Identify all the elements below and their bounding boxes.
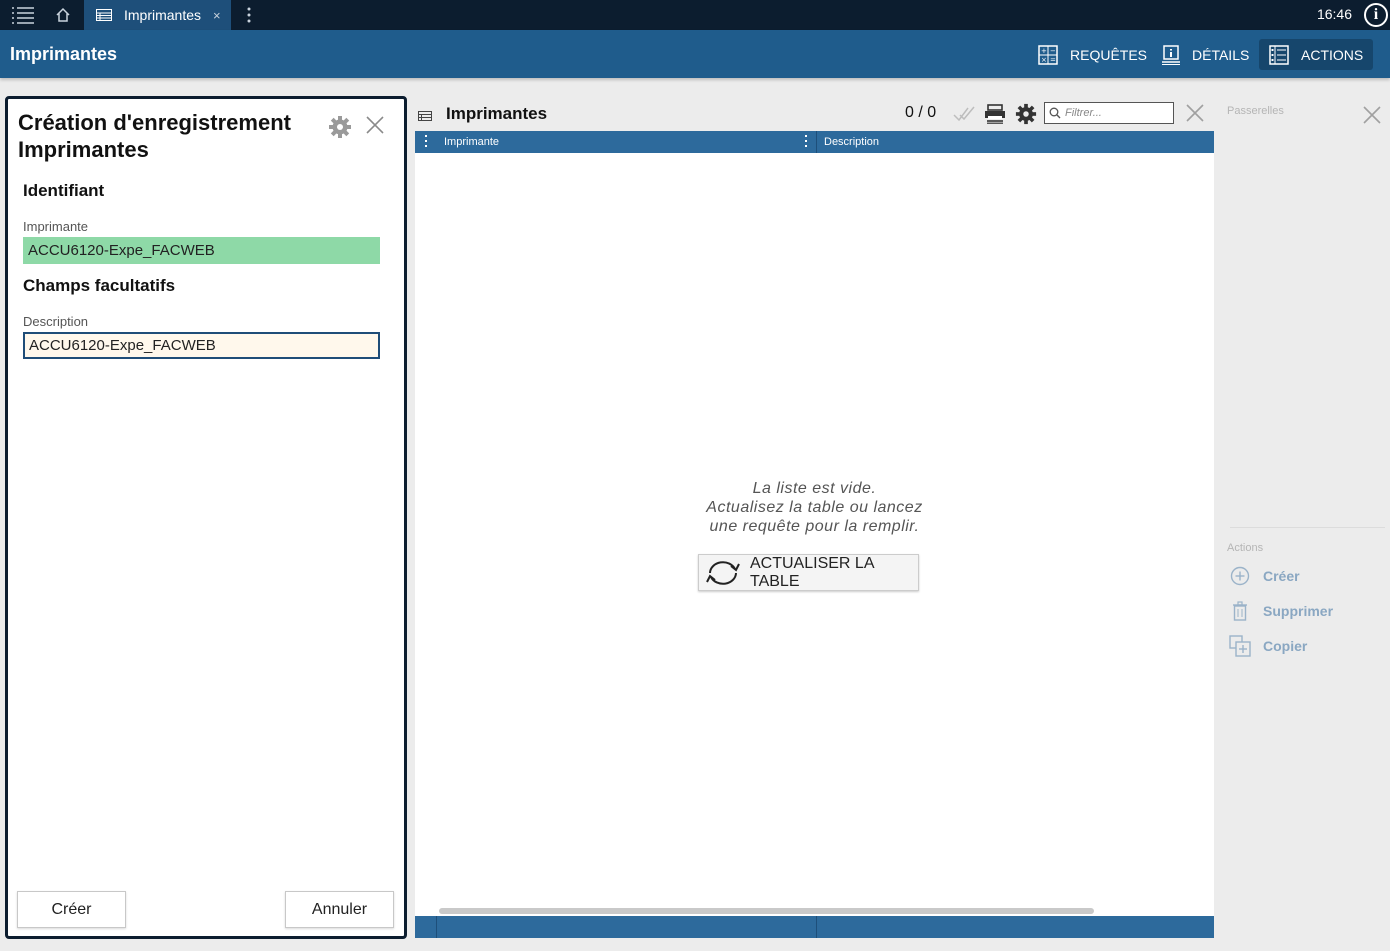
action-delete[interactable]: Supprimer <box>1229 601 1333 621</box>
action-create-label: Créer <box>1263 568 1300 584</box>
close-icon[interactable] <box>366 116 384 139</box>
empty-line-1: La liste est vide. <box>752 480 877 497</box>
requetes-label: REQUÊTES <box>1070 46 1148 63</box>
copy-icon <box>1229 635 1251 657</box>
svg-text:−: − <box>1050 47 1056 55</box>
close-icon[interactable] <box>1186 104 1204 127</box>
filter-input[interactable]: Filtrer... <box>1044 102 1174 124</box>
gear-icon[interactable] <box>328 115 352 144</box>
info-icon: i <box>1364 3 1388 27</box>
column-menu-icon[interactable] <box>425 135 428 150</box>
column-imprimante[interactable]: Imprimante <box>444 131 499 153</box>
details-label: DÉTAILS <box>1192 46 1250 63</box>
title-bar: Imprimantes + − × = REQUÊTES DÉTAILS ACTION… <box>0 30 1390 78</box>
section-optional: Champs facultatifs <box>23 276 176 295</box>
footer-divider <box>816 916 817 938</box>
create-button[interactable]: Créer <box>17 891 126 928</box>
description-field[interactable]: ACCU6120-Expe_FACWEB <box>23 332 380 359</box>
details-icon <box>1162 44 1180 65</box>
page-title: Imprimantes <box>10 44 118 64</box>
record-creation-panel: Création d'enregistrement Imprimantes Id… <box>5 96 407 939</box>
list-footer <box>415 916 1214 938</box>
actions-side-panel: Passerelles Actions Créer Supprimer Copi… <box>1220 96 1390 939</box>
empty-line-2: Actualisez la table ou lancez <box>706 499 923 516</box>
column-description[interactable]: Description <box>824 131 879 153</box>
empty-line-3: une requête pour la remplir. <box>709 518 920 535</box>
divider <box>1230 527 1385 528</box>
section-identifier: Identifiant <box>23 181 105 200</box>
home-icon[interactable] <box>50 0 76 30</box>
list-icon <box>418 108 432 126</box>
print-icon[interactable] <box>984 104 1006 129</box>
svg-text:=: = <box>1050 56 1056 64</box>
add-circle-icon <box>1229 566 1251 586</box>
printer-field[interactable]: ACCU6120-Expe_FACWEB <box>23 237 380 264</box>
tab-label: Imprimantes <box>124 7 202 23</box>
check-all-icon[interactable] <box>953 105 975 128</box>
form-title: Création d'enregistrement Imprimantes <box>18 110 291 162</box>
action-create[interactable]: Créer <box>1229 566 1300 586</box>
details-button[interactable]: DÉTAILS <box>1152 39 1259 70</box>
more-options-icon[interactable] <box>239 0 259 30</box>
svg-text:+: + <box>1041 47 1047 55</box>
search-icon <box>1049 107 1061 119</box>
actions-icon <box>1269 44 1289 65</box>
list-panel: Imprimantes 0 / 0 Filtrer... Imprimante … <box>415 96 1214 939</box>
trash-icon <box>1229 601 1251 621</box>
filter-placeholder: Filtrer... <box>1065 107 1102 119</box>
actions-label: ACTIONS <box>1301 46 1364 63</box>
description-label: Description <box>23 314 89 329</box>
column-divider <box>816 131 817 153</box>
info-button[interactable]: i <box>1362 0 1390 30</box>
action-copy[interactable]: Copier <box>1229 635 1307 657</box>
gear-icon[interactable] <box>1015 103 1037 130</box>
cancel-button[interactable]: Annuler <box>285 891 394 928</box>
tab-close-icon[interactable]: × <box>213 8 221 23</box>
close-icon[interactable] <box>1363 106 1381 129</box>
list-title: Imprimantes <box>446 104 548 123</box>
refresh-icon <box>704 558 742 588</box>
clock: 16:46 <box>1316 6 1352 22</box>
action-delete-label: Supprimer <box>1263 603 1334 619</box>
refresh-table-button[interactable]: ACTUALISER LA TABLE <box>698 554 919 591</box>
actions-label: Actions <box>1227 542 1264 554</box>
list-body: La liste est vide. Actualisez la table o… <box>415 153 1214 916</box>
actions-button[interactable]: ACTIONS <box>1259 39 1374 70</box>
horizontal-scrollbar[interactable] <box>439 908 1094 914</box>
svg-text:×: × <box>1041 56 1047 64</box>
top-bar: Imprimantes × 16:46 i <box>0 0 1390 30</box>
table-icon <box>96 9 112 21</box>
tab-imprimantes[interactable]: Imprimantes × <box>84 0 231 30</box>
record-count: 0 / 0 <box>905 104 937 121</box>
query-icon: + − × = <box>1038 44 1058 65</box>
column-header-row: Imprimante Description <box>415 131 1214 153</box>
printer-label: Imprimante <box>23 219 89 234</box>
requetes-button[interactable]: + − × = REQUÊTES <box>1028 39 1157 70</box>
footer-divider <box>436 916 437 938</box>
refresh-label: ACTUALISER LA TABLE <box>750 554 874 590</box>
empty-message: La liste est vide. Actualisez la table o… <box>415 479 1214 536</box>
list-header: Imprimantes 0 / 0 Filtrer... <box>415 96 1214 131</box>
column-menu-icon[interactable] <box>805 135 808 150</box>
action-copy-label: Copier <box>1263 638 1308 654</box>
menu-icon[interactable] <box>8 0 38 30</box>
gateways-label: Passerelles <box>1227 105 1284 117</box>
